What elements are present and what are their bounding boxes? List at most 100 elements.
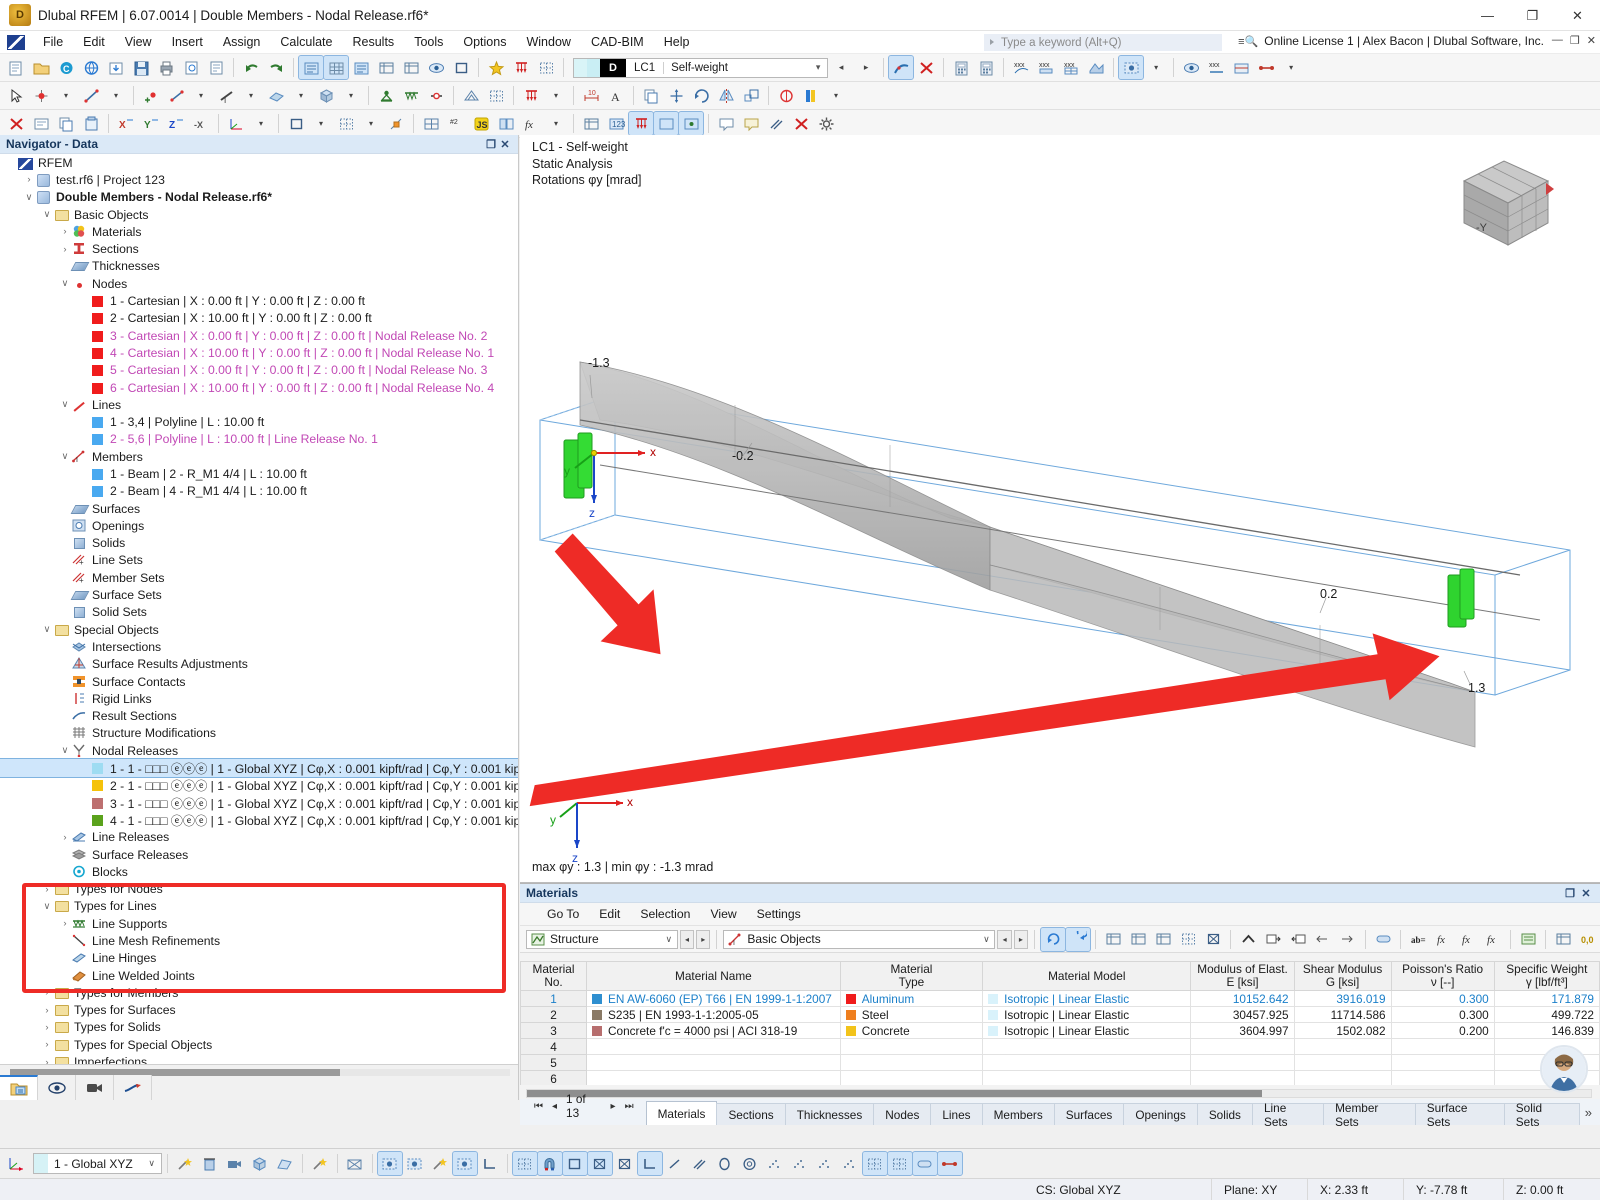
cell-7[interactable]: 171.879 (1493, 990, 1600, 1007)
data-tab-solid-sets[interactable]: Solid Sets (1503, 1101, 1580, 1129)
block-manager-button[interactable] (494, 112, 518, 135)
data-tab-solids[interactable]: Solids (1196, 1103, 1253, 1125)
select-objects-button[interactable] (4, 84, 28, 107)
tree-item-2-beam-4-r-m1-4-4-l-10-00-ft[interactable]: 2 - Beam | 4 - R_M1 4/4 | L : 10.00 ft (0, 483, 518, 500)
navigator-tab-display[interactable] (38, 1075, 76, 1100)
table-indent-left-button[interactable] (1311, 928, 1335, 951)
tree-item-test-rf6-project-123[interactable]: › test.rf6 | Project 123 (0, 171, 518, 188)
print-button[interactable] (154, 56, 178, 79)
table-cell-border-button[interactable] (1371, 928, 1395, 951)
coordinate-system-dropdown[interactable]: ▾ (249, 112, 273, 135)
num-2-button[interactable]: #2 (444, 112, 468, 135)
line-snap-button[interactable] (663, 1152, 687, 1175)
tree-item-2-cartesian-x-10-00-ft-y-0-00-ft-z-0-00-ft[interactable]: 2 - Cartesian | X : 10.00 ft | Y : 0.00 … (0, 310, 518, 327)
calculate-button[interactable] (949, 56, 973, 79)
calculation-settings-button[interactable] (974, 56, 998, 79)
tree-item-surface-contacts[interactable]: Surface Contacts (0, 673, 518, 690)
result-values-button[interactable]: xxx (1034, 56, 1058, 79)
color-legend-button[interactable] (799, 84, 823, 107)
load-case-combo[interactable]: D LC1 Self-weight ▾ (573, 57, 829, 78)
load-case-chevron-down-icon[interactable]: ▾ (809, 62, 827, 73)
color-legend-dropdown[interactable]: ▾ (824, 84, 848, 107)
cell-3[interactable] (982, 1038, 1192, 1055)
cell-3[interactable] (982, 1054, 1192, 1071)
table-compare-button[interactable] (1551, 928, 1575, 951)
tree-item-3-cartesian-x-0-00-ft-y-0-00-ft-z-0-00-ft-no[interactable]: 3 - Cartesian | X : 0.00 ft | Y : 0.00 f… (0, 327, 518, 344)
data-tab-nodes[interactable]: Nodes (873, 1103, 932, 1125)
cell-7[interactable]: 146.839 (1493, 1022, 1600, 1039)
mesh-button[interactable] (459, 84, 483, 107)
pager-last-button[interactable]: ⏭ (625, 1101, 634, 1112)
model-view-button[interactable] (298, 55, 324, 80)
wireframe-button[interactable] (343, 1152, 367, 1175)
object-scope-next-button[interactable]: ▸ (1013, 929, 1029, 949)
mesh-settings-button[interactable] (484, 84, 508, 107)
formula-fx2-button[interactable]: fx (1456, 928, 1480, 951)
measure-dropdown-icon[interactable]: ▾ (1279, 56, 1303, 79)
chevron-right-icon[interactable]: › (40, 1057, 54, 1064)
result-table-button[interactable]: xxx (1059, 56, 1083, 79)
chevron-right-icon[interactable]: › (58, 918, 72, 929)
cell-4[interactable] (1190, 1038, 1295, 1055)
deformation-button[interactable] (1084, 56, 1108, 79)
column-header-1[interactable]: Material Name (586, 961, 841, 991)
import-button[interactable] (104, 56, 128, 79)
navigator-restore-button[interactable]: ❐ (484, 138, 498, 151)
data-tab-thicknesses[interactable]: Thicknesses (784, 1103, 875, 1125)
cell-0[interactable]: 5 (520, 1054, 588, 1071)
cell-0[interactable]: 1 (520, 990, 588, 1007)
data-tab-sections[interactable]: Sections (716, 1103, 786, 1125)
formula-button[interactable]: fx (519, 112, 543, 135)
table-delete-row-button[interactable] (1151, 928, 1175, 951)
formula-dropdown[interactable]: ▾ (544, 112, 568, 135)
table-view-button[interactable] (374, 56, 398, 79)
table-row[interactable]: 5 (520, 1054, 1600, 1071)
column-header-3[interactable]: Material Model (982, 961, 1192, 991)
menu-edit[interactable]: Edit (73, 32, 115, 52)
copy-button[interactable] (639, 84, 663, 107)
zoom-previous-button[interactable] (428, 1152, 452, 1175)
work-plane-dropdown[interactable]: ▾ (309, 112, 333, 135)
tree-item-line-supports[interactable]: › Line Supports (0, 915, 518, 932)
materials-menu-settings[interactable]: Settings (748, 905, 810, 923)
chevron-right-icon[interactable]: › (58, 832, 72, 843)
cell-6[interactable] (1390, 1038, 1495, 1055)
formula-fx-button[interactable]: fx (1431, 928, 1455, 951)
cell-1[interactable]: Concrete f'c = 4000 psi | ACI 318-19 (586, 1022, 841, 1039)
tree-item-structure-modifications[interactable]: Structure Modifications (0, 725, 518, 742)
cell-4[interactable]: 30457.925 (1190, 1006, 1295, 1023)
select-line-dropdown[interactable]: ▾ (104, 84, 128, 107)
chevron-right-icon[interactable]: › (40, 1022, 54, 1033)
table-select-all-button[interactable] (1101, 928, 1125, 951)
structure-scope-chevron-down-icon[interactable]: ∨ (661, 934, 677, 945)
text-annotation-button[interactable]: A (604, 84, 628, 107)
redo-button[interactable] (264, 56, 288, 79)
menu-help[interactable]: Help (654, 32, 700, 52)
materials-panel-restore-button[interactable]: ❐ (1562, 887, 1578, 900)
tree-item-line-sets[interactable]: + Line Sets (0, 552, 518, 569)
annotate-button[interactable] (714, 112, 738, 135)
tree-item-types-for-solids[interactable]: › Types for Solids (0, 1019, 518, 1036)
object-scope-prev-button[interactable]: ◂ (997, 929, 1012, 949)
cell-3[interactable]: Isotropic | Linear Elastic (982, 1006, 1192, 1023)
settings-button[interactable] (814, 112, 838, 135)
object-snap-button2[interactable] (536, 1151, 563, 1176)
data-tab-lines[interactable]: Lines (930, 1103, 983, 1125)
select-node-button[interactable] (29, 84, 53, 107)
maximize-button[interactable]: ❐ (1510, 0, 1555, 31)
coordinate-system-combo[interactable]: 1 - Global XYZ ∨ (33, 1153, 162, 1174)
table-decimals-button[interactable]: 0,0 (1576, 928, 1600, 951)
tree-item-line-welded-joints[interactable]: Line Welded Joints (0, 967, 518, 984)
table-refresh-button[interactable] (1040, 926, 1067, 952)
new-node-button[interactable] (139, 84, 163, 107)
nodal-support-button[interactable] (374, 84, 398, 107)
tree-item-surface-releases[interactable]: Surface Releases (0, 846, 518, 863)
cell-2[interactable]: Concrete (839, 1022, 984, 1039)
cell-0[interactable]: 2 (520, 1006, 588, 1023)
cell-2[interactable]: Steel (839, 1006, 984, 1023)
cell-1[interactable] (586, 1054, 841, 1071)
materials-table[interactable]: Material No. Material Name Material Type Mate… (520, 961, 1600, 1085)
tree-item-nodal-releases[interactable]: ∨ Nodal Releases (0, 742, 518, 759)
chevron-down-icon[interactable]: ∨ (40, 624, 54, 635)
mesh-refine-button[interactable] (419, 112, 443, 135)
